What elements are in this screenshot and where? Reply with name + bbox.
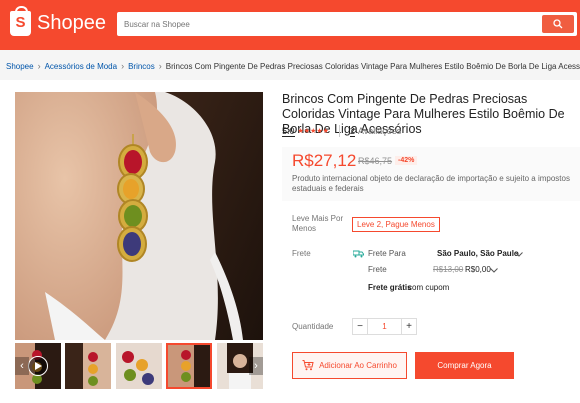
shipping-label: Frete	[292, 249, 311, 258]
top-header: S Shopee	[0, 0, 580, 50]
import-tax-note: Produto internacional objeto de declaraç…	[292, 174, 570, 193]
ship-to-label: Frete Para	[368, 249, 406, 258]
truck-icon	[353, 250, 364, 258]
cart-plus-icon	[302, 360, 314, 371]
breadcrumb-current: Brincos Com Pingente De Pedras Preciosas…	[165, 61, 580, 71]
discount-badge: -42%	[395, 156, 418, 165]
play-icon	[28, 356, 48, 376]
chevron-down-icon[interactable]	[490, 268, 498, 273]
quantity-increase-button[interactable]: +	[401, 318, 417, 335]
breadcrumb-link-category[interactable]: Acessórios de Moda	[45, 62, 117, 71]
search-icon	[553, 19, 563, 29]
product-main-image[interactable]	[15, 92, 263, 340]
logo-mark: S	[15, 14, 26, 31]
thumbnail-4-selected[interactable]	[166, 343, 212, 389]
breadcrumb-link-subcategory[interactable]: Brincos	[128, 62, 155, 71]
thumbnail-prev-arrow[interactable]: ‹	[15, 357, 29, 375]
divider	[338, 125, 340, 137]
ship-cost-label: Frete	[368, 265, 387, 274]
free-shipping-label: Frete grátis	[368, 283, 412, 292]
star-rating-icon: ★★★★★	[297, 128, 329, 135]
breadcrumb-link-home[interactable]: Shopee	[6, 62, 34, 71]
breadcrumb: Shopee › Acessórios de Moda › Brincos › …	[6, 61, 580, 71]
quantity-value[interactable]: 1	[368, 318, 401, 335]
quantity-decrease-button[interactable]: −	[352, 318, 368, 335]
thumbnail-2[interactable]	[65, 343, 111, 389]
thumbnail-next-arrow[interactable]: ›	[249, 357, 263, 375]
promo-tag[interactable]: Leve 2, Pague Menos	[352, 217, 440, 232]
rating-score[interactable]: 5.0	[282, 126, 295, 137]
add-to-cart-button[interactable]: Adicionar Ao Carrinho	[292, 352, 407, 379]
buy-now-button[interactable]: Comprar Agora	[415, 352, 514, 379]
chevron-right-icon: ›	[158, 61, 162, 71]
thumbnail-image	[65, 343, 111, 389]
rating-row: 5.0 ★★★★★ 2 Avaliações	[282, 125, 401, 137]
review-count[interactable]: 2	[349, 126, 355, 137]
thumbnail-strip: ‹ ›	[15, 343, 263, 389]
quantity-stepper: − 1 +	[352, 318, 417, 335]
thumbnail-3[interactable]	[116, 343, 162, 389]
chevron-right-icon: ›	[37, 61, 41, 71]
search-button[interactable]	[542, 15, 574, 33]
shopee-logo[interactable]: S Shopee	[10, 6, 106, 36]
price-box: R$27,12 R$46,75 -42% Produto internacion…	[282, 147, 580, 201]
chevron-down-icon[interactable]	[515, 252, 523, 257]
thumbnail-image	[116, 343, 162, 389]
search-bar	[117, 12, 577, 36]
free-shipping-coupon: com cupom	[408, 283, 450, 292]
thumbnail-image	[166, 343, 212, 389]
ship-to-value[interactable]: São Paulo, São Paulo	[437, 249, 519, 258]
product-panel: ‹ › Brincos Com Pingente De Pedras Preci…	[0, 80, 580, 403]
promo-label: Leve Mais Por Menos	[292, 214, 344, 233]
chevron-right-icon: ›	[121, 61, 125, 71]
ship-old-cost: R$13,00	[433, 265, 464, 274]
add-to-cart-label: Adicionar Ao Carrinho	[319, 361, 397, 370]
shopping-bag-icon: S	[10, 6, 31, 36]
logo-text: Shopee	[37, 12, 106, 34]
ship-cost[interactable]: R$0,00	[465, 265, 491, 274]
search-input[interactable]	[117, 12, 537, 36]
quantity-label: Quantidade	[292, 322, 334, 331]
review-label: Avaliações	[357, 126, 402, 136]
original-price: R$46,75	[358, 156, 393, 166]
current-price: R$27,12	[292, 151, 357, 170]
earring-photo	[15, 92, 263, 340]
